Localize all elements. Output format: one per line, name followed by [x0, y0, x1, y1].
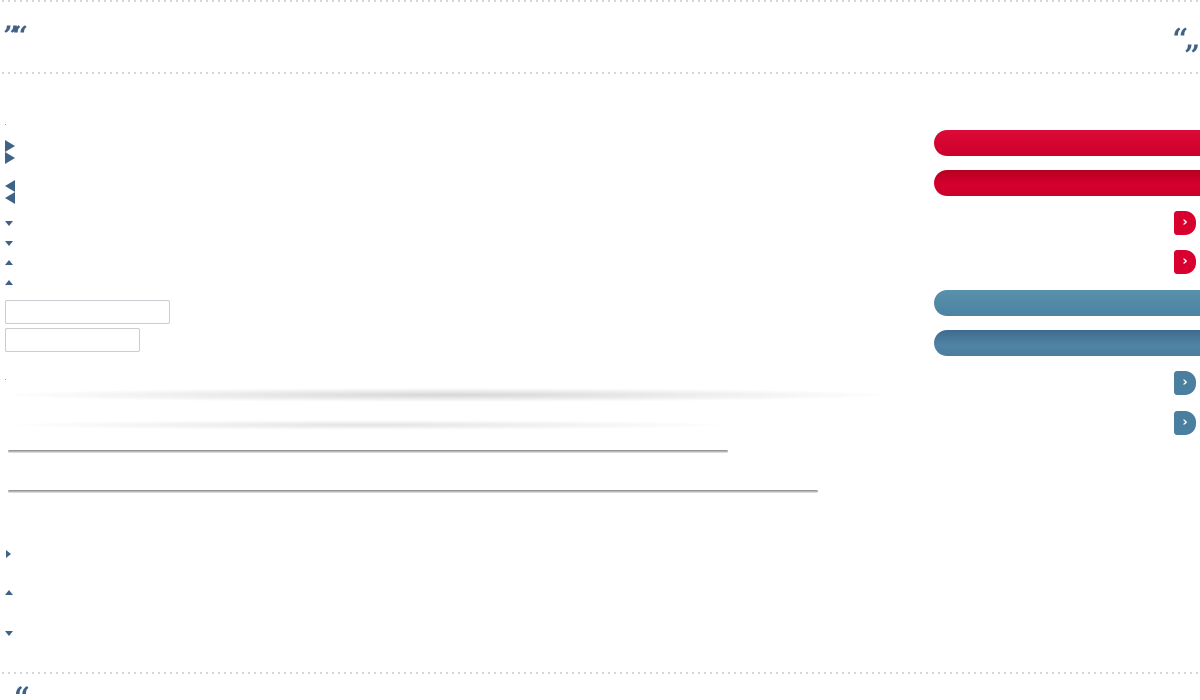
shadow-divider — [5, 420, 730, 430]
chevron-right-icon[interactable]: › — [1174, 371, 1196, 395]
chevron-right-icon[interactable]: › — [1174, 411, 1196, 435]
triangle-left-icon[interactable] — [5, 192, 15, 204]
quote-mark-top-left: ”“ — [3, 20, 28, 51]
chevron-right-icon[interactable]: › — [1174, 250, 1196, 274]
shadow-line-divider — [8, 490, 818, 493]
quote-icon: “ — [14, 684, 30, 700]
triangle-down-icon[interactable] — [5, 221, 13, 226]
triangle-up-icon[interactable] — [5, 590, 13, 595]
triangle-left-icon[interactable] — [5, 180, 15, 192]
header-dotted-divider — [0, 72, 1200, 74]
triangle-up-icon[interactable] — [5, 260, 13, 265]
shadow-divider — [5, 388, 888, 402]
quote-icon: ”“ — [3, 20, 28, 51]
blue-pill-button[interactable] — [934, 330, 1200, 356]
triangle-down-icon[interactable] — [5, 241, 13, 246]
blue-pill-button[interactable] — [934, 290, 1200, 316]
quote-open-icon: ” — [1172, 8, 1189, 41]
quote-mark-bottom-left: “ — [14, 681, 31, 700]
top-dotted-divider — [0, 0, 1200, 2]
triangle-right-icon[interactable] — [6, 550, 11, 558]
quote-close-icon: ” — [1184, 42, 1200, 70]
triangle-down-icon[interactable] — [5, 631, 13, 636]
red-pill-button[interactable] — [934, 170, 1200, 196]
small-dot — [5, 379, 6, 380]
quote-mark-top-right-open: ” — [1172, 8, 1189, 41]
shadow-line-divider — [8, 450, 728, 453]
page: ”“ ” ” “ › › › › — [0, 0, 1200, 700]
small-dot — [5, 124, 6, 125]
text-field-1[interactable] — [5, 300, 170, 324]
text-field-2[interactable] — [5, 328, 140, 352]
footer-dotted-divider — [0, 672, 1200, 674]
red-pill-button[interactable] — [934, 130, 1200, 156]
triangle-right-icon[interactable] — [5, 152, 15, 164]
quote-mark-top-right-close: ” — [1184, 39, 1200, 72]
chevron-right-icon[interactable]: › — [1174, 211, 1196, 235]
triangle-right-icon[interactable] — [5, 140, 15, 152]
triangle-up-icon[interactable] — [5, 280, 13, 285]
